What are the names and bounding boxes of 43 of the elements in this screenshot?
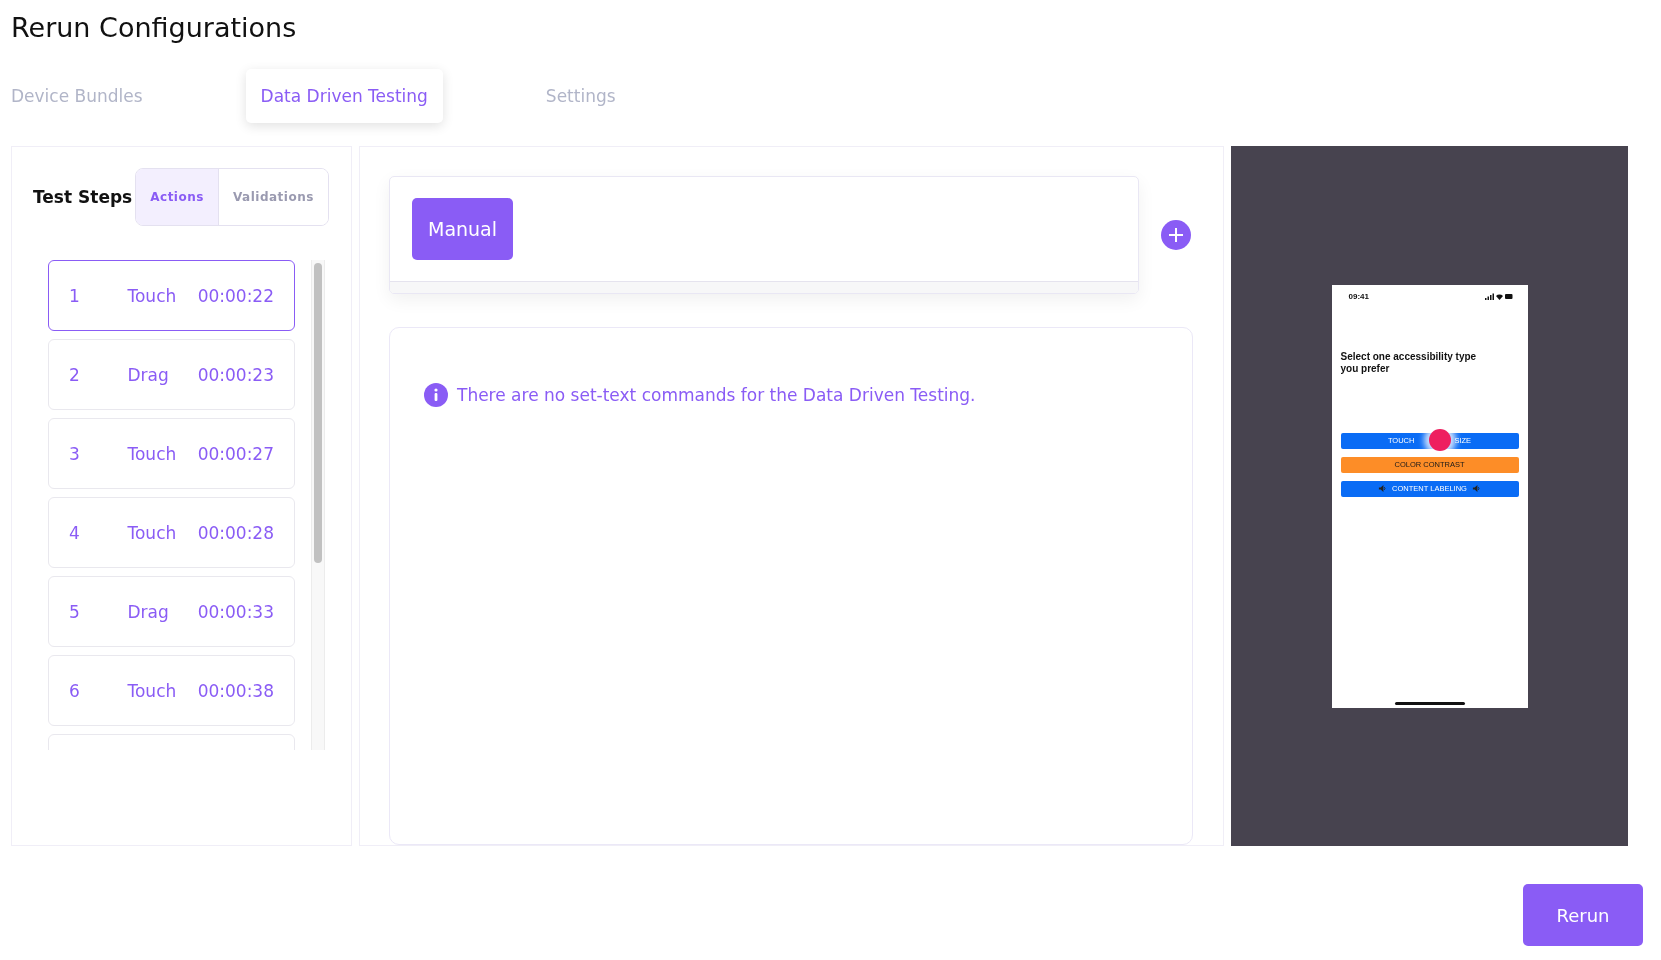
step-time: 00:00:33 [197,601,274,622]
segment-tab[interactable]: Actions [136,169,218,225]
status-time: 09:41 [1348,292,1369,301]
step-time: 00:00:23 [197,364,274,385]
page-title: Rerun Configurations [11,11,298,45]
step-time: 00:00:22 [197,285,274,306]
step-action: Drag [127,364,170,385]
step-card[interactable]: 6 Touch 00:00:38 [48,655,295,726]
touch-indicator [1428,428,1451,451]
step-number: 1 [69,285,81,306]
add-icon[interactable] [1161,220,1191,250]
step-action: Touch [127,285,178,306]
step-action: Touch [127,443,178,464]
step-time: 00:00:28 [197,522,274,543]
step-number: 4 [69,522,81,543]
step-card[interactable]: 5 Drag 00:00:33 [48,576,295,647]
home-indicator [1394,701,1465,705]
step-card[interactable]: 3 Touch 00:00:27 [48,418,295,489]
segment-tab[interactable]: Validations [217,169,328,225]
step-number: 2 [69,364,81,385]
step-action: Touch [127,522,178,543]
speaker-icon [1378,484,1388,493]
step-number: 3 [69,443,81,464]
step-time: 00:00:27 [197,443,274,464]
step-card[interactable]: 1 Touch 00:00:22 [48,260,295,331]
info-icon [424,383,448,407]
rerun-button[interactable]: Rerun [1523,884,1643,946]
step-action: Drag [127,601,170,622]
step-number: 5 [69,601,81,622]
step-action: Touch [127,680,178,701]
status-icons-drawing [1484,293,1513,300]
speaker-icon [1471,484,1481,493]
step-time: 00:00:38 [197,680,274,701]
info-message: There are no set-text commands for the Data Driven Testing. [457,385,976,405]
step-number: 6 [69,680,81,701]
step-card[interactable]: 4 Touch 00:00:28 [48,497,295,568]
scrollbar-thumb[interactable] [314,263,322,563]
test-steps-heading: Test Steps [33,187,133,207]
tab[interactable]: Data Driven Testing [245,69,443,123]
screen-heading: Select one accessibility type you prefer [1340,350,1477,374]
step-card[interactable]: 2 Drag 00:00:23 [48,339,295,410]
scrollbar[interactable] [311,260,325,750]
manual-button[interactable]: Manual [412,198,514,260]
